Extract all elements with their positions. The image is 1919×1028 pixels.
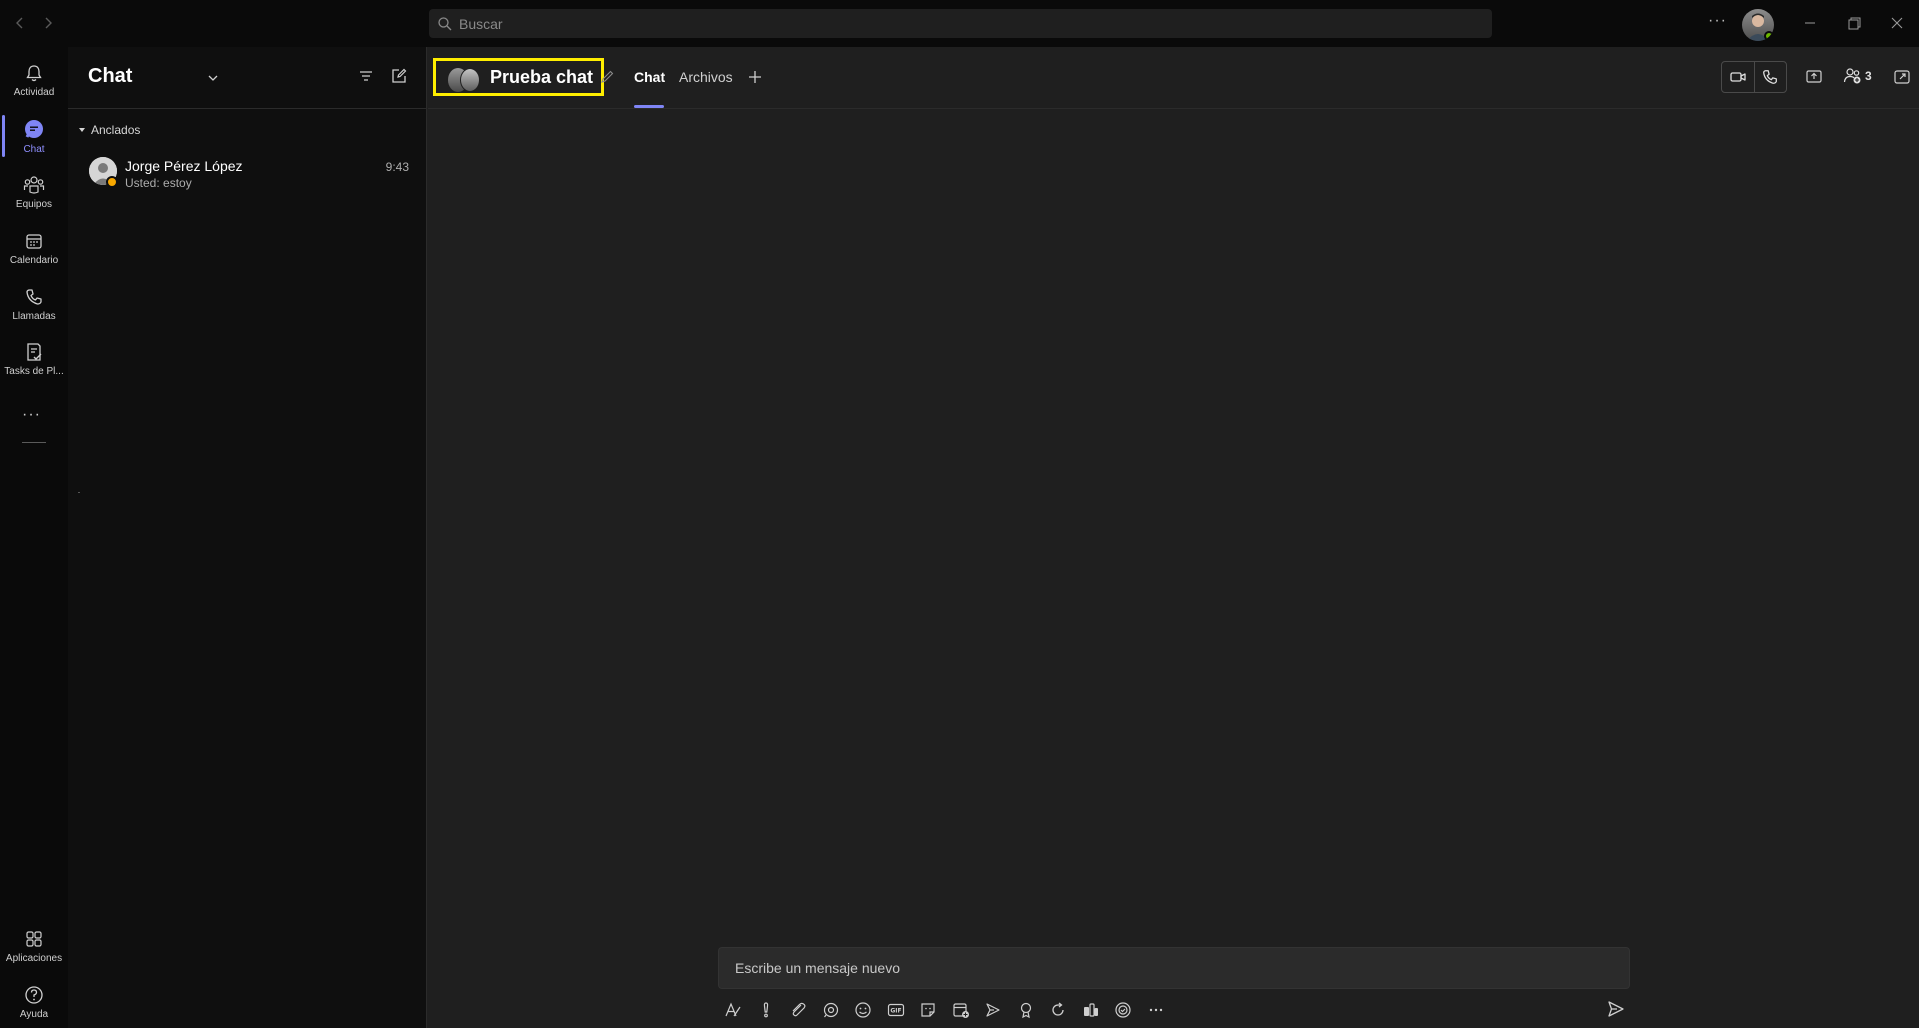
back-arrow-icon[interactable] <box>10 13 30 33</box>
close-icon[interactable] <box>1885 11 1909 35</box>
rail-divider <box>22 442 46 443</box>
title-bar: Buscar ··· <box>0 0 1919 47</box>
video-call-button[interactable] <box>1722 62 1754 92</box>
send-icon[interactable] <box>1606 999 1626 1019</box>
praise-icon[interactable] <box>1017 1001 1035 1019</box>
apps-icon <box>24 929 44 949</box>
settings-more-button[interactable]: ··· <box>1708 12 1727 30</box>
more-apps-button[interactable]: ··· <box>22 406 41 424</box>
rail-item-chat[interactable]: Chat <box>0 109 68 163</box>
chat-list-pane: Chat Anclados Jorge Pérez López Usted: e… <box>68 47 427 1028</box>
rail-item-activity[interactable]: Actividad <box>0 53 68 107</box>
stream-icon[interactable] <box>984 1001 1002 1019</box>
rail-label: Tasks de Pl... <box>4 365 64 377</box>
rail-label: Chat <box>23 143 45 155</box>
minimize-icon[interactable] <box>1798 11 1822 35</box>
call-buttons-group <box>1721 61 1787 93</box>
active-tab-indicator <box>634 105 664 108</box>
format-icon[interactable] <box>724 1001 742 1019</box>
chat-item-preview: Usted: estoy <box>125 176 192 190</box>
divider-dot <box>78 492 80 493</box>
message-input[interactable] <box>719 948 1629 988</box>
rail-item-calls[interactable]: Llamadas <box>0 277 68 331</box>
rail-label: Aplicaciones <box>5 952 63 964</box>
share-screen-icon[interactable] <box>1805 68 1823 86</box>
tasks-icon <box>24 342 44 362</box>
priority-icon[interactable] <box>757 1001 775 1019</box>
help-icon <box>24 985 44 1005</box>
rail-label: Llamadas <box>12 310 56 322</box>
tab-chat[interactable]: Chat <box>634 69 665 85</box>
pop-out-icon[interactable] <box>1893 68 1911 86</box>
search-placeholder: Buscar <box>459 15 503 32</box>
conversation-title-highlight[interactable]: Prueba chat <box>433 58 604 96</box>
rail-label: Ayuda <box>19 1008 49 1020</box>
calendar-icon <box>24 231 44 251</box>
bell-icon <box>24 63 44 83</box>
chat-list-item[interactable]: Jorge Pérez López Usted: estoy 9:43 <box>68 150 426 194</box>
forward-arrow-icon[interactable] <box>38 13 58 33</box>
pinned-section-toggle[interactable]: Anclados <box>78 123 140 137</box>
viva-learning-icon[interactable] <box>1082 1001 1100 1019</box>
conversation-title: Prueba chat <box>490 67 594 87</box>
chat-icon <box>23 118 45 140</box>
tab-files[interactable]: Archivos <box>679 69 733 85</box>
chevron-down-icon[interactable] <box>206 71 220 85</box>
pencil-icon[interactable] <box>600 69 615 84</box>
participants-button[interactable]: 3 <box>1843 67 1872 85</box>
caret-down-icon <box>78 126 86 134</box>
rail-label: Calendario <box>9 254 59 266</box>
rail-item-apps[interactable]: Aplicaciones <box>0 919 68 973</box>
attach-icon[interactable] <box>789 1001 807 1019</box>
filter-icon[interactable] <box>357 67 375 85</box>
compose-toolbar: GIF <box>724 997 1179 1023</box>
sticker-icon[interactable] <box>919 1001 937 1019</box>
add-tab-icon[interactable] <box>746 68 764 86</box>
rail-item-teams[interactable]: Equipos <box>0 165 68 219</box>
people-add-icon <box>1843 68 1861 84</box>
search-input[interactable]: Buscar <box>429 9 1492 38</box>
video-camera-icon <box>1729 68 1747 86</box>
group-avatar <box>448 66 480 94</box>
phone-icon <box>24 287 44 307</box>
chat-item-time: 9:43 <box>385 160 409 174</box>
approvals-icon[interactable] <box>1114 1001 1132 1019</box>
chat-list-title[interactable]: Chat <box>88 65 132 88</box>
phone-icon <box>1761 68 1779 86</box>
compose-box <box>718 947 1630 989</box>
member-avatar <box>460 68 480 92</box>
more-options-icon[interactable] <box>1147 1001 1165 1019</box>
participant-count: 3 <box>1865 69 1872 83</box>
chat-list-header: Chat <box>68 47 427 109</box>
schedule-meeting-icon[interactable] <box>952 1001 970 1019</box>
app-rail: Actividad Chat Equipos Calendario Llamad… <box>0 47 68 1028</box>
presence-available-badge <box>1764 31 1774 41</box>
teams-icon <box>23 175 45 195</box>
rail-label: Equipos <box>15 198 53 210</box>
loop-refresh-icon[interactable] <box>1049 1001 1067 1019</box>
conversation-header: Prueba chat Chat Archivos 3 <box>428 47 1919 109</box>
emoji-icon[interactable] <box>854 1001 872 1019</box>
conversation-pane: Prueba chat Chat Archivos 3 Escribe un m… <box>428 47 1919 1028</box>
audio-call-button[interactable] <box>1753 62 1786 92</box>
away-status-badge <box>106 176 118 188</box>
rail-item-tasks[interactable]: Tasks de Pl... <box>0 332 68 386</box>
loop-component-icon[interactable] <box>822 1001 840 1019</box>
gif-icon[interactable]: GIF <box>887 1001 905 1019</box>
rail-item-calendar[interactable]: Calendario <box>0 221 68 275</box>
svg-text:GIF: GIF <box>890 1008 901 1015</box>
new-chat-icon[interactable] <box>390 67 408 85</box>
rail-item-help[interactable]: Ayuda <box>0 975 68 1028</box>
search-icon <box>437 16 453 32</box>
pinned-section-label: Anclados <box>91 123 141 137</box>
restore-icon[interactable] <box>1842 11 1866 35</box>
chat-item-name: Jorge Pérez López <box>125 158 243 174</box>
user-avatar[interactable] <box>1742 9 1774 41</box>
rail-label: Actividad <box>13 86 55 98</box>
